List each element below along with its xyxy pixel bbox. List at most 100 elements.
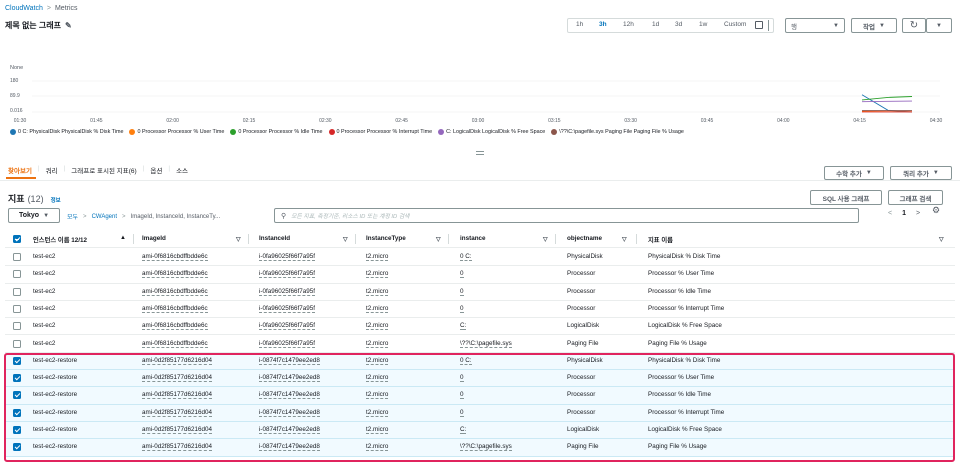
column-divider[interactable] [248, 234, 249, 244]
row-checkbox[interactable] [13, 339, 21, 348]
cell-imageid[interactable]: ami-0f6816cbdffbdde6c [142, 288, 208, 296]
sort-asc-icon[interactable]: ▲ [120, 235, 126, 241]
time-range-12h[interactable]: 12h [623, 21, 634, 28]
row-checkbox[interactable] [13, 270, 21, 279]
column-divider[interactable] [636, 234, 637, 244]
legend-item[interactable]: 0 Processor Processor % Interrupt Time [328, 129, 432, 135]
sort-icon[interactable]: ▽ [543, 236, 548, 243]
crumb-namespace[interactable]: CWAgent [92, 214, 117, 220]
cell-imageid[interactable]: ami-0f6816cbdffbdde6c [142, 305, 208, 313]
cell-instanceid[interactable]: i-0fa96025f66f7a95f [259, 305, 316, 313]
time-range-1d[interactable]: 1d [652, 21, 659, 28]
cell-imageid[interactable]: ami-0f6816cbdffbdde6c [142, 322, 208, 331]
cell-instanceid[interactable]: i-0fa96025f66f7a95f [259, 270, 316, 279]
column-header-imageid[interactable]: ImageId [142, 235, 166, 242]
sort-icon[interactable]: ▽ [343, 236, 348, 243]
cell-imageid[interactable]: ami-0f6816cbdffbdde6c [142, 253, 208, 261]
edit-icon[interactable]: ✎ [65, 21, 72, 30]
row-checkbox[interactable] [13, 253, 21, 261]
refresh-button[interactable]: ↻ [902, 18, 926, 33]
metric-search-input[interactable]: ⚲ 모든 지표, 측정기준, 리소스 ID 또는 계정 ID 검색 [274, 208, 859, 223]
legend-item[interactable]: 0 Processor Processor % Idle Time [230, 129, 323, 135]
add-query-label: 쿼리 추가 [903, 171, 929, 178]
table-row[interactable]: test-ec2 ami-0f6816cbdffbdde6c i-0fa96025f… [5, 336, 955, 353]
gear-icon[interactable]: ⚙ [932, 205, 940, 216]
crumb-all[interactable]: 모두 [67, 212, 78, 221]
time-range-3h[interactable]: 3h [599, 21, 607, 28]
sql-graph-button[interactable]: SQL 사용 그래프 [810, 190, 882, 205]
sort-icon[interactable]: ▽ [236, 236, 241, 243]
page-number[interactable]: 1 [902, 210, 906, 217]
row-checkbox[interactable] [13, 287, 21, 296]
graph-search-button[interactable]: 그래프 검색 [888, 190, 943, 205]
cell-instanceid[interactable]: i-0fa96025f66f7a95f [259, 322, 316, 331]
graph-type-select[interactable]: 행 ▼ [785, 18, 845, 33]
tab-options[interactable]: 옵션 [150, 165, 162, 175]
column-divider[interactable] [133, 234, 134, 244]
chevron-left-icon[interactable]: < [888, 210, 892, 217]
tab-source[interactable]: 소스 [176, 165, 188, 175]
column-header-instance[interactable]: instance [460, 235, 486, 242]
calendar-icon[interactable] [755, 21, 763, 29]
cell-instance[interactable]: 0 C: [460, 253, 472, 261]
legend-item[interactable]: \??\C:\pagefile.sys Paging File Paging F… [551, 129, 684, 135]
cell-instanceid[interactable]: i-0fa96025f66f7a95f [259, 288, 316, 296]
y-tick-label: 0.016 [10, 108, 23, 114]
table-row[interactable]: test-ec2 ami-0f6816cbdffbdde6c i-0fa96025f… [5, 249, 955, 267]
panel-resize-handle[interactable] [476, 151, 484, 155]
column-header-objectname[interactable]: objectname [567, 235, 602, 242]
cell-instance[interactable]: 0 [460, 305, 464, 313]
column-header-instanceid[interactable]: InstanceId [259, 235, 290, 242]
sort-icon[interactable]: ▽ [622, 236, 627, 243]
table-row[interactable]: test-ec2 ami-0f6816cbdffbdde6c i-0fa96025f… [5, 301, 955, 319]
time-range-1w[interactable]: 1w [699, 21, 707, 28]
tab-graphed-metrics[interactable]: 그래프로 표시된 지표(6) [71, 165, 136, 175]
table-row[interactable]: test-ec2 ami-0f6816cbdffbdde6c i-0fa96025f… [5, 318, 955, 336]
cell-instanceid[interactable]: i-0fa96025f66f7a95f [259, 253, 316, 261]
info-link[interactable]: 정보 [51, 196, 61, 204]
sort-icon[interactable]: ▽ [939, 236, 944, 243]
row-checkbox[interactable] [13, 322, 21, 331]
legend-item[interactable]: 0 Processor Processor % User Time [129, 129, 224, 135]
sort-icon[interactable]: ▽ [436, 236, 441, 243]
series-line[interactable] [861, 96, 913, 101]
column-header-metric-name[interactable]: 지표 이름 [648, 235, 673, 244]
refresh-options-button[interactable]: ▼ [926, 18, 952, 33]
column-header-instance-name[interactable]: 인스턴스 이름 12/12 [33, 235, 87, 244]
legend-item[interactable]: 0 C: PhysicalDisk PhysicalDisk % Disk Ti… [10, 129, 123, 135]
table-row[interactable]: test-ec2 ami-0f6816cbdffbdde6c i-0fa96025f… [5, 284, 955, 301]
column-divider[interactable] [355, 234, 356, 244]
chevron-right-icon[interactable]: > [916, 210, 920, 217]
time-range-1h[interactable]: 1h [576, 21, 583, 28]
cell-instanceid[interactable]: i-0fa96025f66f7a95f [259, 340, 316, 348]
add-math-button[interactable]: 수학 추가 ▼ [824, 166, 884, 180]
cell-imageid[interactable]: ami-0f6816cbdffbdde6c [142, 270, 208, 279]
table-row[interactable]: test-ec2 ami-0f6816cbdffbdde6c i-0fa96025f… [5, 266, 955, 284]
region-select[interactable]: Tokyo ▼ [8, 208, 60, 223]
column-divider[interactable] [448, 234, 449, 244]
cell-instancetype[interactable]: t2.micro [366, 340, 389, 348]
cell-imageid[interactable]: ami-0f6816cbdffbdde6c [142, 340, 208, 348]
row-checkbox[interactable] [13, 304, 21, 313]
column-divider[interactable] [555, 234, 556, 244]
select-all-checkbox[interactable] [13, 235, 21, 243]
cell-instancetype[interactable]: t2.micro [366, 253, 389, 261]
tab-query[interactable]: 쿼리 [46, 165, 58, 175]
cell-instance[interactable]: \??\C:\pagefile.sys [460, 340, 512, 348]
cell-instancetype[interactable]: t2.micro [366, 288, 389, 296]
column-header-instancetype[interactable]: InstanceType [366, 235, 406, 242]
cell-instance[interactable]: C: [460, 322, 467, 331]
tab-browse[interactable]: 찾아보기 [8, 165, 32, 175]
actions-button[interactable]: 작업 ▼ [851, 18, 897, 33]
cell-instance[interactable]: 0 [460, 270, 464, 279]
cell-instancetype[interactable]: t2.micro [366, 270, 389, 279]
time-range-custom[interactable]: Custom [724, 21, 746, 28]
cell-instance[interactable]: 0 [460, 288, 464, 296]
time-range-3d[interactable]: 3d [675, 21, 682, 28]
legend-item[interactable]: C: LogicalDisk LogicalDisk % Free Space [438, 129, 545, 135]
cell-instancetype[interactable]: t2.micro [366, 322, 389, 331]
series-line[interactable] [861, 100, 913, 103]
cell-instancetype[interactable]: t2.micro [366, 305, 389, 313]
add-query-button[interactable]: 쿼리 추가 ▼ [890, 166, 952, 180]
breadcrumb-cloudwatch-link[interactable]: CloudWatch [5, 5, 43, 12]
